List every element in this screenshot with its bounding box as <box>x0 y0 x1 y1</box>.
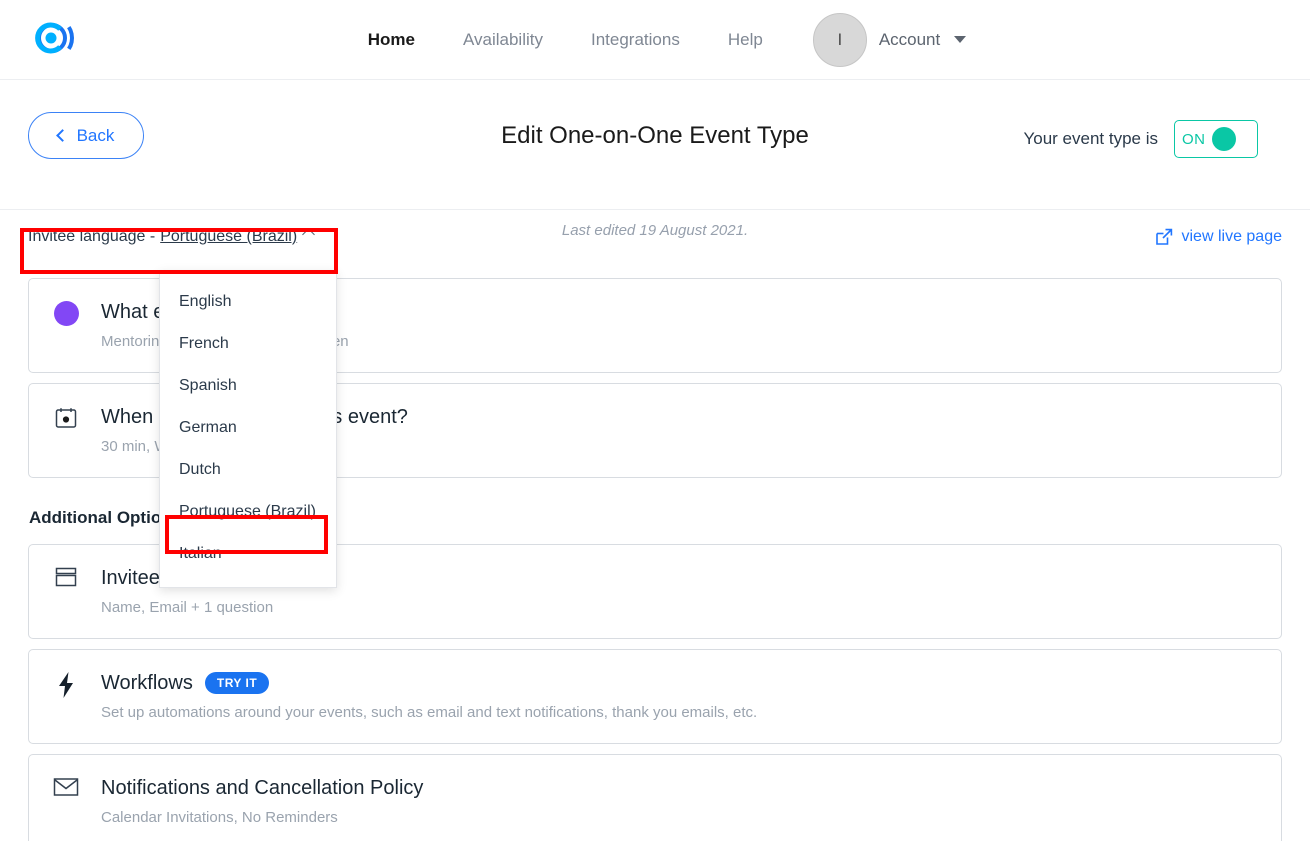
external-link-icon <box>1155 228 1172 245</box>
account-label: Account <box>878 29 941 49</box>
avatar[interactable]: I <box>812 12 867 67</box>
top-navigation-bar: Home Availability Integrations Help I Ac… <box>0 0 1310 80</box>
page-subheader: Back Edit One-on-One Event Type Your eve… <box>0 80 1310 210</box>
form-icon <box>51 565 81 589</box>
card-subtitle: Name, Email + 1 question <box>101 599 274 616</box>
invitee-language-selector[interactable]: Invitee language - Portuguese (Brazil) <box>28 228 316 246</box>
toggle-knob-icon <box>1212 127 1237 151</box>
chevron-down-icon <box>954 36 967 43</box>
avatar-initial: I <box>837 29 843 49</box>
card-title: Workflows TRY IT <box>101 670 1257 696</box>
nav-item-help[interactable]: Help <box>704 30 787 50</box>
event-type-status: Your event type is ON <box>1023 120 1258 158</box>
event-type-status-label: Your event type is <box>1023 129 1158 148</box>
chevron-up-icon[interactable] <box>302 228 316 241</box>
card-title-text: Notifications and Cancellation Policy <box>101 777 424 799</box>
nav-item-availability[interactable]: Availability <box>439 30 567 50</box>
event-type-toggle[interactable]: ON <box>1174 120 1258 158</box>
view-live-page-label: view live page <box>1181 228 1283 245</box>
last-edited-text: Last edited 19 August 2021. <box>561 222 749 239</box>
language-option-italian[interactable]: Italian <box>160 533 336 575</box>
language-option-german[interactable]: German <box>160 407 336 449</box>
invitee-language-prefix: Invitee language - <box>28 228 156 245</box>
try-it-badge[interactable]: TRY IT <box>204 672 270 694</box>
nav-links: Home Availability Integrations Help I Ac… <box>0 0 1310 80</box>
view-live-page-link[interactable]: view live page <box>1155 228 1283 246</box>
card-workflows[interactable]: Workflows TRY IT Set up automations arou… <box>28 649 1282 744</box>
event-type-toggle-state: ON <box>1182 130 1206 148</box>
envelope-icon <box>51 775 81 797</box>
language-option-dutch[interactable]: Dutch <box>160 449 336 491</box>
card-notifications-cancellation[interactable]: Notifications and Cancellation Policy Ca… <box>28 754 1282 841</box>
card-subtitle: Set up automations around your events, s… <box>101 704 758 721</box>
language-option-spanish[interactable]: Spanish <box>160 365 336 407</box>
purple-circle-icon <box>51 299 81 326</box>
invitee-language-value[interactable]: Portuguese (Brazil) <box>160 228 297 246</box>
nav-item-home[interactable]: Home <box>344 30 439 50</box>
language-option-french[interactable]: French <box>160 323 336 365</box>
meta-row: Invitee language - Portuguese (Brazil) L… <box>28 210 1282 278</box>
invitee-language-dropdown[interactable]: English French Spanish German Dutch Port… <box>159 270 337 588</box>
language-option-portuguese-brazil[interactable]: Portuguese (Brazil) <box>160 491 336 533</box>
card-title: Notifications and Cancellation Policy <box>101 775 1257 801</box>
card-subtitle: Calendar Invitations, No Reminders <box>101 809 338 826</box>
lightning-icon <box>51 670 81 698</box>
language-option-english[interactable]: English <box>160 281 336 323</box>
nav-item-integrations[interactable]: Integrations <box>567 30 704 50</box>
account-menu[interactable]: I Account <box>812 12 967 67</box>
calendar-icon <box>51 404 81 430</box>
card-title-text: Workflows <box>101 672 193 694</box>
